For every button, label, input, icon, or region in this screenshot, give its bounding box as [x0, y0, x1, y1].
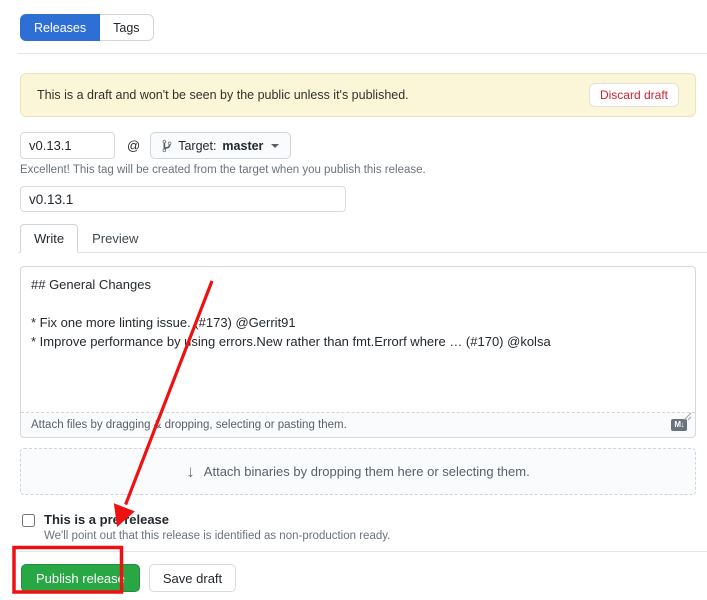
prerelease-label[interactable]: This is a pre-release — [44, 512, 390, 527]
attach-binaries-text: Attach binaries by dropping them here or… — [204, 464, 530, 479]
release-body-textarea[interactable]: ## General Changes * Fix one more lintin… — [21, 267, 695, 412]
tags-tab-button[interactable]: Tags — [100, 14, 153, 41]
target-branch-dropdown[interactable]: Target: master — [150, 132, 291, 159]
attach-files-hint: Attach files by dragging & dropping, sel… — [31, 419, 347, 431]
prerelease-section: This is a pre-release We'll point out th… — [20, 512, 696, 542]
bottom-divider — [18, 551, 707, 552]
save-draft-button[interactable]: Save draft — [149, 564, 236, 592]
dropdown-caret-icon — [271, 144, 279, 148]
action-buttons-row: Publish release Save draft — [20, 564, 696, 592]
discard-draft-button[interactable]: Discard draft — [589, 83, 679, 107]
at-symbol: @ — [127, 138, 140, 153]
write-tab[interactable]: Write — [20, 224, 78, 253]
resize-grip-icon[interactable] — [683, 408, 692, 426]
git-branch-icon — [162, 139, 172, 153]
tag-name-input[interactable] — [20, 132, 115, 159]
tag-target-row: @ Target: master — [20, 132, 696, 159]
release-title-input[interactable] — [20, 186, 346, 212]
prerelease-texts: This is a pre-release We'll point out th… — [44, 512, 390, 542]
draft-warning-banner: This is a draft and won't be seen by the… — [20, 73, 696, 117]
tag-helper-text: Excellent! This tag will be created from… — [20, 164, 696, 176]
releases-tab-button[interactable]: Releases — [20, 14, 100, 41]
release-body-editor: ## General Changes * Fix one more lintin… — [20, 266, 696, 438]
target-prefix-label: Target: — [178, 139, 216, 153]
releases-tags-subnav: Releases Tags — [20, 14, 154, 41]
editor-tabs: Write Preview — [18, 224, 707, 253]
prerelease-checkbox[interactable] — [22, 514, 35, 527]
download-arrow-icon: ↓ — [186, 462, 195, 482]
draft-warning-text: This is a draft and won't be seen by the… — [37, 88, 409, 102]
top-divider — [18, 53, 707, 54]
target-branch-name: master — [222, 139, 263, 153]
preview-tab[interactable]: Preview — [78, 224, 152, 253]
release-edit-page: Releases Tags This is a draft and won't … — [0, 0, 707, 600]
prerelease-helper-text: We'll point out that this release is ide… — [44, 530, 390, 542]
attach-binaries-dropzone[interactable]: ↓ Attach binaries by dropping them here … — [20, 448, 696, 495]
attach-files-bar[interactable]: Attach files by dragging & dropping, sel… — [21, 412, 695, 437]
publish-release-button[interactable]: Publish release — [21, 564, 140, 592]
